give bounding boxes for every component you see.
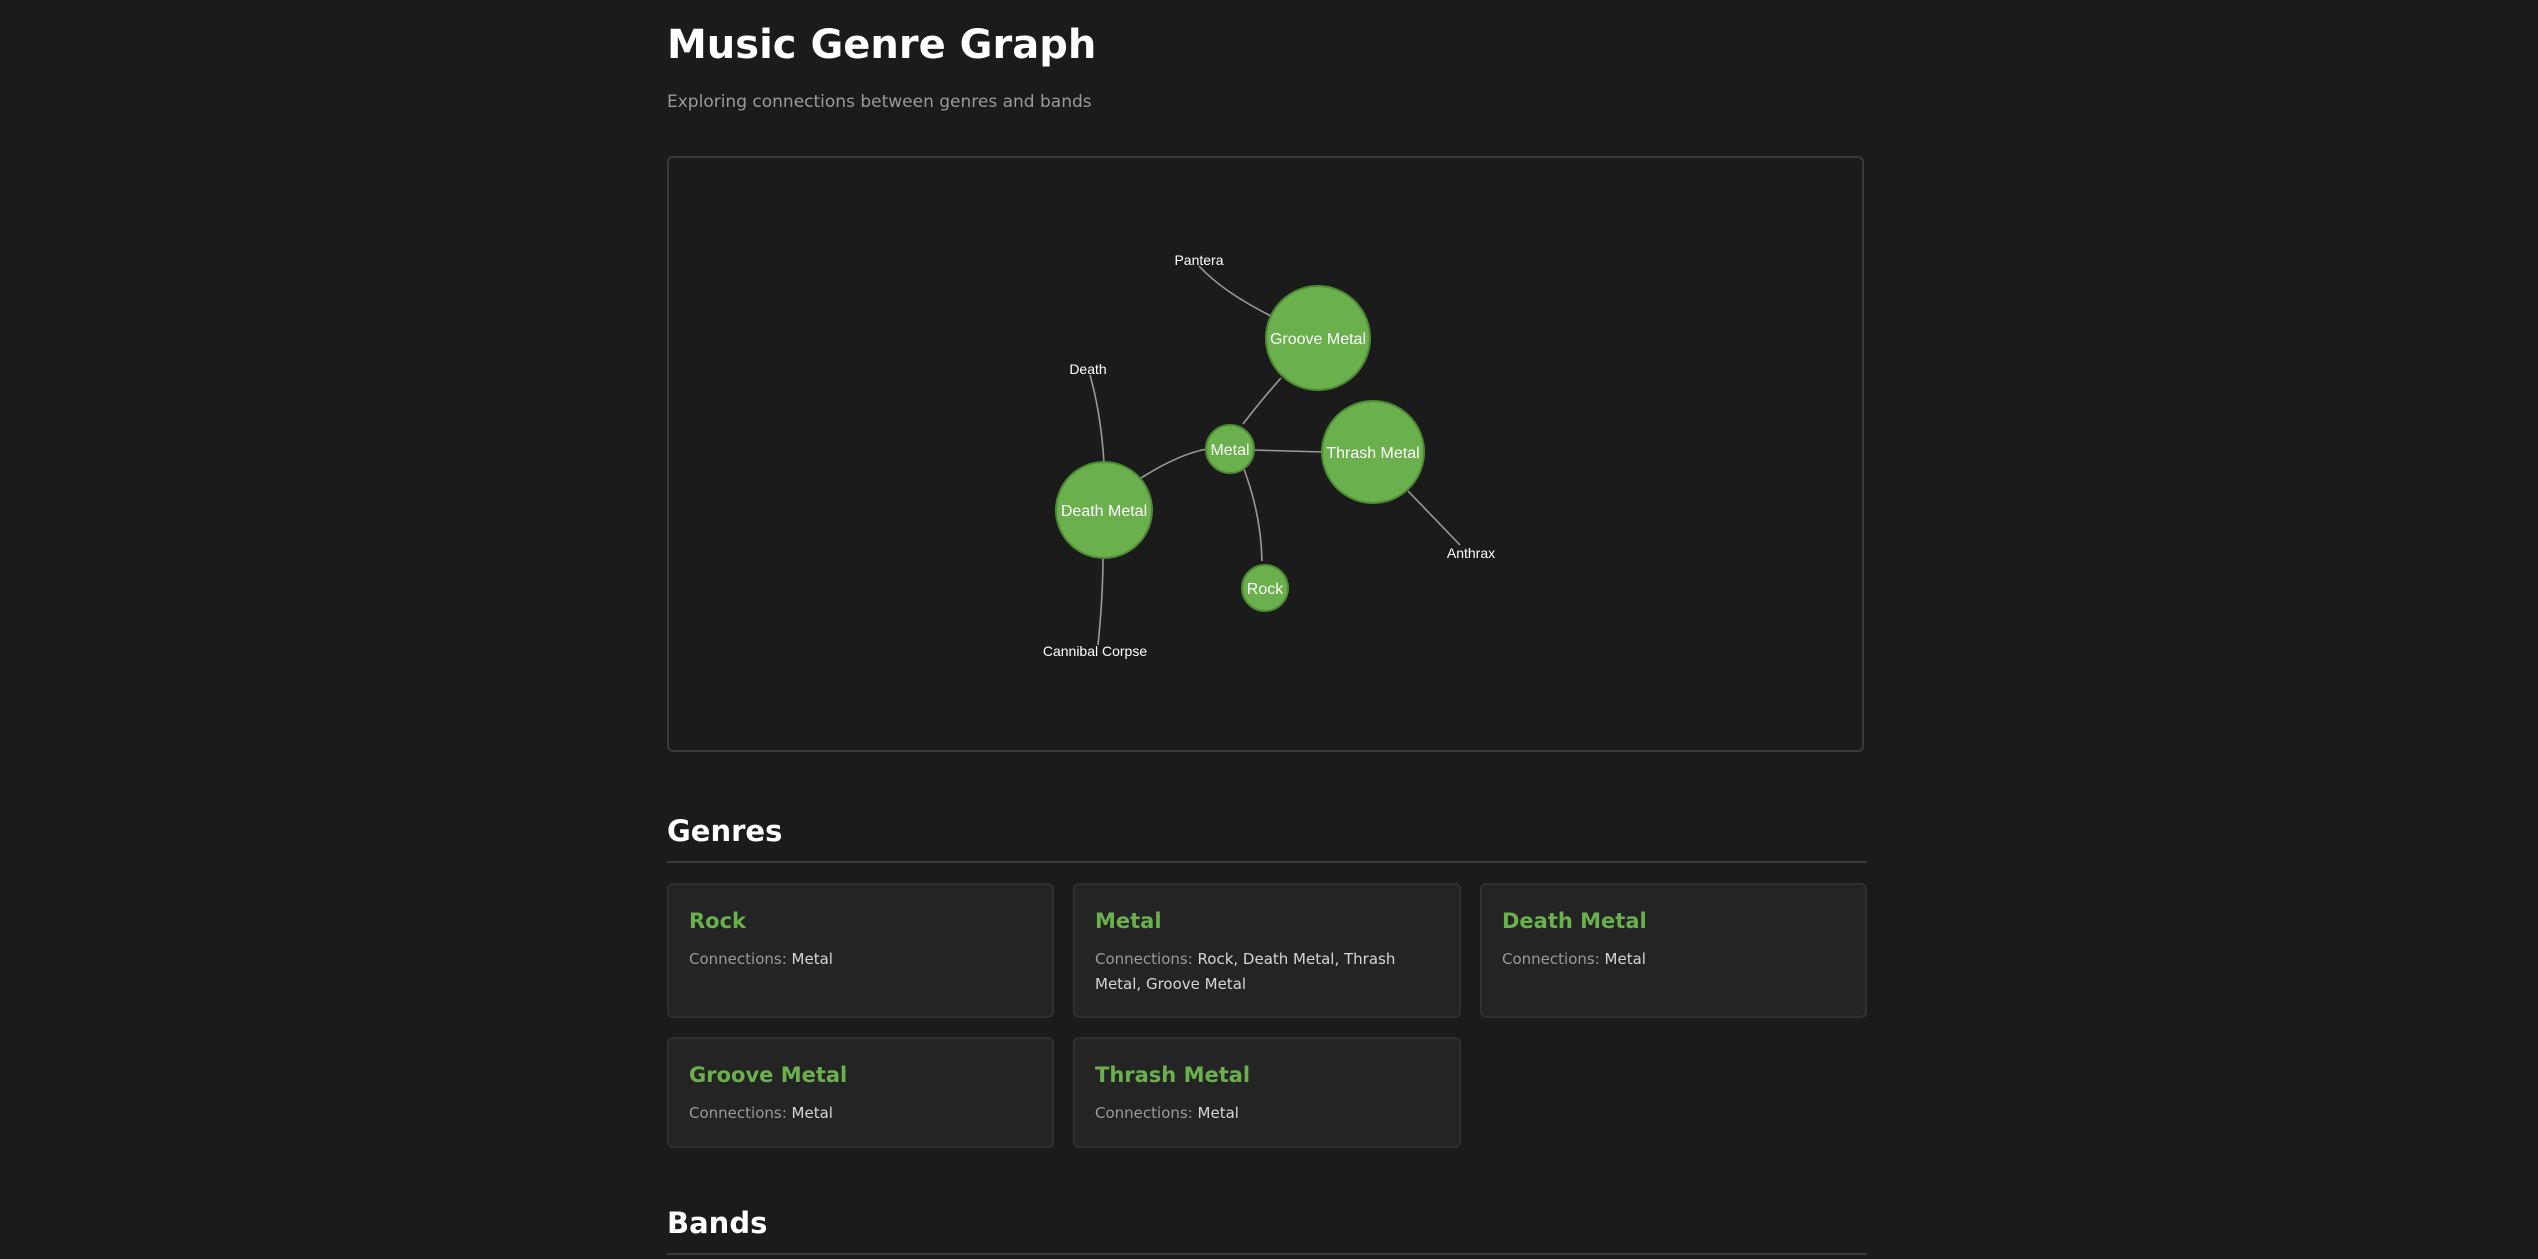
link-metal-thrash xyxy=(1251,449,1325,453)
genre-card-groove-metal[interactable]: Groove Metal Connections: Metal xyxy=(667,1037,1054,1148)
page-subtitle: Exploring connections between genres and… xyxy=(667,92,1092,112)
bands-heading: Bands xyxy=(667,1206,768,1240)
link-death-band-death xyxy=(1089,374,1105,464)
genre-graph[interactable]: Groove Metal Metal Thrash Metal Death Me… xyxy=(669,158,1864,752)
node-label: Groove Metal xyxy=(1270,331,1366,348)
genre-graph-panel[interactable]: Groove Metal Metal Thrash Metal Death Me… xyxy=(667,156,1864,752)
genre-card-title[interactable]: Rock xyxy=(689,909,1032,933)
link-thrash-anthrax xyxy=(1407,490,1461,546)
bands-divider xyxy=(667,1253,1867,1255)
genre-card-title[interactable]: Death Metal xyxy=(1502,909,1845,933)
node-label: Thrash Metal xyxy=(1326,445,1419,462)
genre-card-metal[interactable]: Metal Connections: Rock, Death Metal, Th… xyxy=(1073,883,1461,1018)
link-groove-metal xyxy=(1242,377,1282,425)
graph-node-rock[interactable]: Rock xyxy=(1241,564,1289,612)
page-title: Music Genre Graph xyxy=(667,22,1097,68)
genre-card-title[interactable]: Metal xyxy=(1095,909,1439,933)
genre-card-connections: Connections: Rock, Death Metal, Thrash M… xyxy=(1095,950,1396,993)
node-label: Death Metal xyxy=(1061,503,1147,520)
band-label-death[interactable]: Death xyxy=(1069,361,1106,377)
genre-card-death-metal[interactable]: Death Metal Connections: Metal xyxy=(1480,883,1867,1018)
genre-card-connections: Connections: Metal xyxy=(689,1104,833,1122)
genres-divider xyxy=(667,861,1867,863)
link-metal-death xyxy=(1140,448,1208,479)
link-pantera-groove xyxy=(1198,265,1272,317)
graph-node-groove-metal[interactable]: Groove Metal xyxy=(1265,285,1371,391)
graph-node-thrash-metal[interactable]: Thrash Metal xyxy=(1321,400,1425,504)
graph-node-death-metal[interactable]: Death Metal xyxy=(1055,461,1153,559)
genre-card-connections: Connections: Metal xyxy=(1095,1104,1239,1122)
genre-card-rock[interactable]: Rock Connections: Metal xyxy=(667,883,1054,1018)
node-label: Rock xyxy=(1247,581,1284,598)
genre-card-title[interactable]: Groove Metal xyxy=(689,1063,1032,1087)
band-label-pantera[interactable]: Pantera xyxy=(1174,252,1223,268)
node-label: Metal xyxy=(1210,442,1249,459)
genre-card-thrash-metal[interactable]: Thrash Metal Connections: Metal xyxy=(1073,1037,1461,1148)
genre-card-connections: Connections: Metal xyxy=(689,950,833,968)
band-label-cannibal-corpse[interactable]: Cannibal Corpse xyxy=(1043,643,1147,659)
genres-heading: Genres xyxy=(667,814,783,848)
graph-node-metal[interactable]: Metal xyxy=(1205,424,1255,474)
link-death-cannibal xyxy=(1097,555,1104,646)
genre-card-connections: Connections: Metal xyxy=(1502,950,1646,968)
genre-card-title[interactable]: Thrash Metal xyxy=(1095,1063,1439,1087)
band-label-anthrax[interactable]: Anthrax xyxy=(1447,545,1495,561)
link-metal-rock xyxy=(1241,463,1263,562)
